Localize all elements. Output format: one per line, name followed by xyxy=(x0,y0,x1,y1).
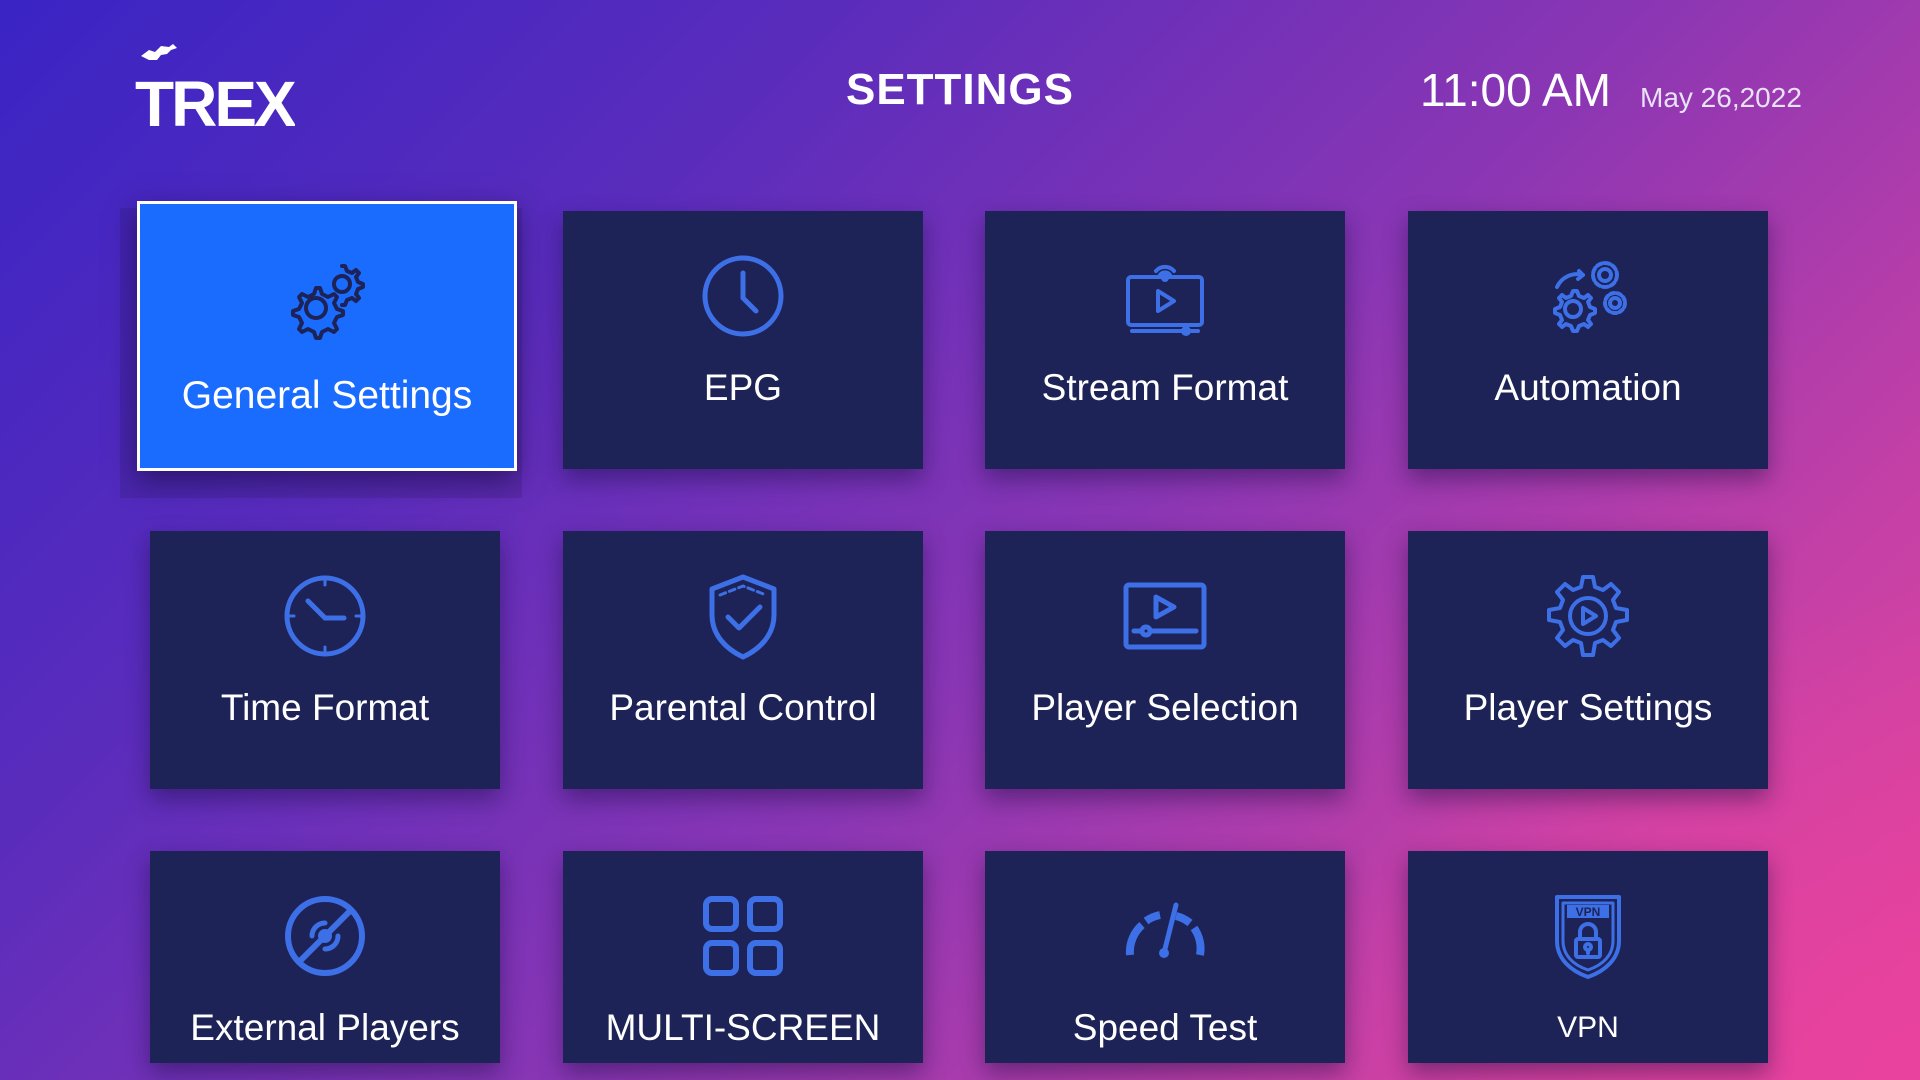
tile-label: External Players xyxy=(190,1007,460,1048)
gears-icon xyxy=(282,252,372,342)
clock-date: May 26,2022 xyxy=(1640,82,1802,113)
tile-speed-test[interactable]: Speed Test xyxy=(985,851,1345,1063)
clock-icon xyxy=(698,251,788,341)
tile-label: Player Selection xyxy=(1031,687,1299,728)
time-clock-icon xyxy=(280,571,370,661)
tile-label: Parental Control xyxy=(609,687,877,728)
external-player-icon xyxy=(280,891,370,981)
clock-time: 11:00 AM xyxy=(1420,64,1611,116)
tile-multi-screen[interactable]: MULTI-SCREEN xyxy=(563,851,923,1063)
tile-general-settings[interactable]: General Settings xyxy=(137,201,517,471)
tile-label: EPG xyxy=(703,367,783,408)
grid-icon xyxy=(698,891,788,981)
tile-label: Player Settings xyxy=(1463,687,1713,728)
tile-player-selection[interactable]: Player Selection xyxy=(985,531,1345,789)
tv-stream-icon xyxy=(1120,251,1210,341)
tile-label: VPN xyxy=(1557,1011,1619,1044)
tile-player-settings[interactable]: Player Settings xyxy=(1408,531,1768,789)
speedometer-icon xyxy=(1120,891,1210,981)
header: TREX SETTINGS 11:00 AM May 26,2022 xyxy=(0,0,1920,180)
tile-parental-control[interactable]: Parental Control xyxy=(563,531,923,789)
tile-label: Automation xyxy=(1494,367,1682,408)
tile-automation[interactable]: Automation xyxy=(1408,211,1768,469)
gear-play-icon xyxy=(1543,571,1633,661)
vpn-shield-icon: VPN xyxy=(1543,891,1633,981)
automation-gears-icon xyxy=(1543,251,1633,341)
tile-time-format[interactable]: Time Format xyxy=(150,531,500,789)
tile-external-players[interactable]: External Players xyxy=(150,851,500,1063)
page-title: SETTINGS xyxy=(845,65,1075,114)
tile-label: Time Format xyxy=(220,687,430,728)
tile-label: General Settings xyxy=(181,374,473,417)
tile-label: MULTI-SCREEN xyxy=(605,1007,881,1048)
svg-text:VPN: VPN xyxy=(1576,905,1601,919)
player-screen-icon xyxy=(1120,571,1210,661)
shield-check-icon xyxy=(698,571,788,661)
tile-epg[interactable]: EPG xyxy=(563,211,923,469)
tile-label: Speed Test xyxy=(1072,1007,1258,1048)
tile-vpn[interactable]: VPN VPN xyxy=(1408,851,1768,1063)
tile-label: Stream Format xyxy=(1041,367,1289,408)
tile-stream-format[interactable]: Stream Format xyxy=(985,211,1345,469)
